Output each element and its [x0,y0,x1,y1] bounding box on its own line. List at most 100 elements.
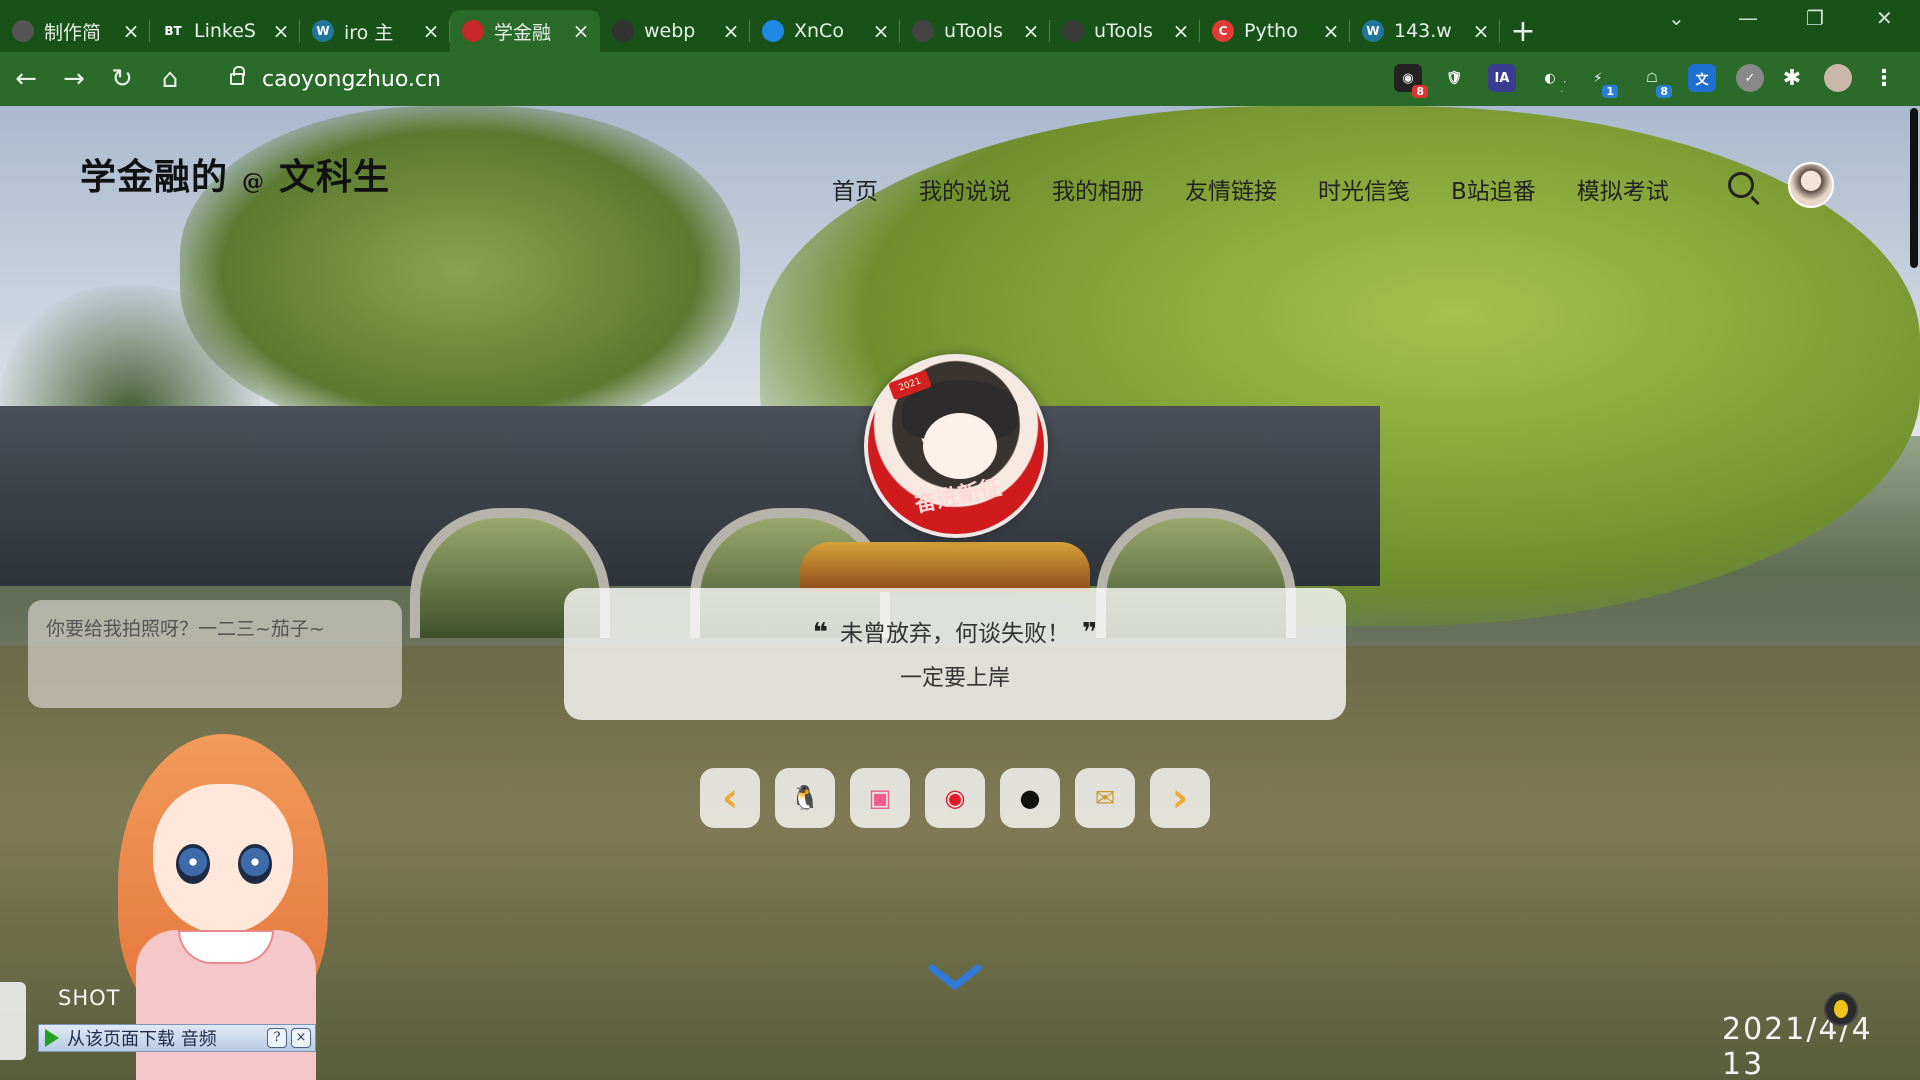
mascot-face [153,784,293,934]
extension-badge: 8 [1656,85,1672,98]
extension-cat-icon[interactable]: ☖ 8 [1638,64,1672,98]
vertical-scrollbar[interactable] [1910,108,1918,268]
globe-icon [12,20,34,42]
bt-icon: BT [162,20,184,42]
audio-help-button[interactable]: ? [267,1028,287,1048]
nav-link[interactable]: 友情链接 [1185,172,1277,206]
quote-subtitle: 一定要上岸 [899,666,1010,691]
browser-tab[interactable]: C Pytho × [1200,10,1350,52]
browser-tab[interactable]: 制作简 × [0,10,150,52]
extension-badge: 8 [1412,85,1428,98]
site-logo[interactable]: 学金融的 @ 文科生 [80,148,390,200]
home-button[interactable]: ⌂ [148,57,192,101]
extension-record-icon[interactable]: ◉ 8 [1394,64,1428,98]
shot-label: SHOT [58,986,121,1010]
search-icon[interactable] [1728,172,1754,198]
extension-check-icon[interactable]: ✓ [1736,64,1764,92]
user-avatar[interactable] [1788,162,1834,208]
browser-tab[interactable]: webp × [600,10,750,52]
nav-link[interactable]: 首页 [832,172,878,206]
extension-bolt-icon[interactable]: ⚡ 1 [1584,64,1618,98]
menu-kebab-icon[interactable]: ⋮ [1870,64,1898,92]
tab-title: Pytho [1244,20,1298,42]
mascot-tip-bubble: 你要给我拍照呀？一二三~茄子~ [28,600,402,708]
close-tab-icon[interactable]: × [272,19,290,43]
mascot-eye [238,844,272,884]
tab-title: uTools [1094,20,1153,42]
open-quote-icon: ❝ [812,618,828,648]
tab-title: iro 主 [344,21,394,44]
close-tab-icon[interactable]: × [572,19,590,43]
quote-card: ❝ 未曾放弃，何谈失败！ ❞ 一定要上岸 [564,588,1346,720]
close-window-button[interactable]: ✕ [1876,6,1893,30]
logo-at: @ [242,169,266,195]
logo-text-right: 文科生 [279,156,391,198]
qq-icon[interactable]: 🐧 [775,768,835,828]
browser-tab[interactable]: W 143.w × [1350,10,1500,52]
close-tab-icon[interactable]: × [1322,19,1340,43]
tab-search-icon[interactable]: ⌄ [1668,6,1685,30]
xnconvert-icon [762,20,784,42]
reload-button[interactable]: ↻ [100,57,144,101]
close-tab-icon[interactable]: × [1172,19,1190,43]
close-tab-icon[interactable]: × [122,19,140,43]
forward-button[interactable]: → [52,57,96,101]
browser-tab[interactable]: XnCo × [750,10,900,52]
nav-link[interactable]: B站追番 [1451,172,1536,206]
prev-icon[interactable]: ‹ [700,768,760,828]
wordpress-icon: W [1362,20,1384,42]
tab-title: LinkeS [194,20,256,42]
extension-badge: 1 [1602,85,1618,98]
next-icon[interactable]: › [1150,768,1210,828]
restore-button[interactable]: ❐ [1806,6,1824,30]
new-tab-button[interactable]: + [1500,10,1546,52]
nav-link[interactable]: 我的相册 [1052,172,1144,206]
bilibili-icon[interactable]: ▣ [850,768,910,828]
extension-shield-icon[interactable]: 🛡 [1440,64,1468,92]
browser-tab[interactable]: uTools × [1050,10,1200,52]
toolbar: ← → ↻ ⌂ caoyongzhuo.cn ☆ [0,52,1920,106]
profile-avatar[interactable] [1824,64,1852,92]
close-tab-icon[interactable]: × [422,19,440,43]
extension-ia-icon[interactable]: IA [1488,64,1516,92]
minimize-button[interactable]: — [1738,6,1758,30]
theme-toggle-moon-icon[interactable] [1824,992,1858,1026]
extension-color-icon[interactable]: ◐ [1536,64,1564,92]
nav-link[interactable]: 我的说说 [919,172,1011,206]
audio-download-bar: 从该页面下载 音频 ? × [38,1024,316,1052]
audio-close-button[interactable]: × [291,1028,311,1048]
webp-icon [612,20,634,42]
author-avatar[interactable]: 2021 奋进新征 [864,354,1048,538]
tab-title: 143.w [1394,20,1452,42]
utools-icon [1062,20,1084,42]
email-icon[interactable]: ✉ [1075,768,1135,828]
tip-text: 你要给我拍照呀？一二三~茄子~ [46,618,325,640]
back-button[interactable]: ← [4,57,48,101]
extensions-puzzle-icon[interactable]: ✱ [1778,64,1806,92]
nav-link[interactable]: 时光信笺 [1318,172,1410,206]
scroll-down-chevron-icon[interactable] [928,964,982,990]
extension-translate-icon[interactable]: 文 [1688,64,1716,92]
logo-text-left: 学金融的 [80,156,229,198]
address-bar[interactable]: caoyongzhuo.cn ☆ [212,58,1568,100]
tour-boat [800,542,1090,592]
browser-tab[interactable]: 学金融 × [450,10,600,52]
close-tab-icon[interactable]: × [722,19,740,43]
weibo-icon[interactable]: ◉ [925,768,985,828]
clock-text: 2021/4/4 13 [1722,1012,1873,1080]
site-avatar-icon [462,20,484,42]
browser-tab[interactable]: Wiro 主 × [300,10,450,52]
github-icon[interactable]: ● [1000,768,1060,828]
play-icon[interactable] [45,1029,59,1047]
lock-icon[interactable] [230,66,245,85]
audio-download-link[interactable]: 从该页面下载 音频 [67,1025,263,1051]
close-tab-icon[interactable]: × [872,19,890,43]
browser-tab[interactable]: BT LinkeS × [150,10,300,52]
close-tab-icon[interactable]: × [1022,19,1040,43]
url-text: caoyongzhuo.cn [262,66,441,92]
side-drawer-handle[interactable] [0,982,26,1060]
nav-link[interactable]: 模拟考试 [1577,172,1669,206]
browser-tab[interactable]: uTools × [900,10,1050,52]
close-tab-icon[interactable]: × [1472,19,1490,43]
c-icon: C [1212,20,1234,42]
